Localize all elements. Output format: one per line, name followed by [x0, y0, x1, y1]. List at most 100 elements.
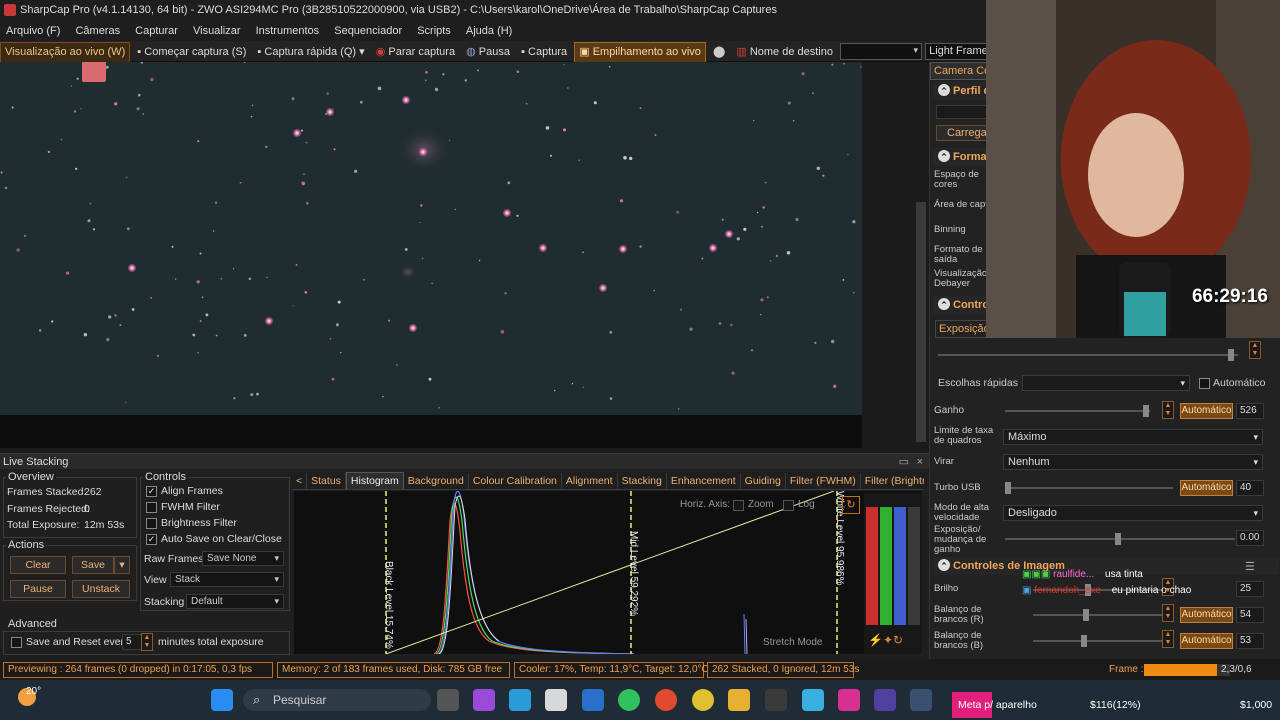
live-image-viewer[interactable] — [0, 62, 862, 448]
store-icon[interactable] — [545, 689, 567, 711]
save-options-chevron-icon[interactable]: ▾ — [114, 556, 130, 574]
live-view-button[interactable]: Visualização ao vivo (W) — [0, 42, 131, 63]
exposure-auto-checkbox[interactable] — [1199, 378, 1210, 389]
green-slider[interactable] — [880, 507, 892, 625]
exposure-spinner[interactable]: ▲ ▼ — [1249, 341, 1261, 359]
zoom-checkbox[interactable] — [733, 500, 744, 511]
unstack-button[interactable]: Unstack — [72, 580, 130, 598]
brightness-filter-checkbox[interactable] — [146, 518, 157, 529]
app-icon[interactable] — [802, 689, 824, 711]
target-name-button[interactable]: ▥ Nome de destino — [732, 43, 837, 62]
menu-scripts[interactable]: Scripts — [411, 21, 457, 41]
gain-value-input[interactable]: 526 — [1236, 403, 1264, 419]
wb-red-slider[interactable] — [1033, 609, 1163, 621]
copilot-icon[interactable] — [473, 689, 495, 711]
menu-cameras[interactable]: Câmeras — [69, 21, 126, 41]
save-button[interactable]: Save — [72, 556, 114, 574]
app-icon[interactable] — [582, 689, 604, 711]
flip-select[interactable]: Nenhum — [1003, 454, 1263, 470]
view-select[interactable]: Stack — [170, 572, 284, 587]
histogram-panel[interactable]: Black Level 15.74% Mid Level 59.292% Whi… — [294, 491, 922, 654]
quick-capture-button[interactable]: ▪ Captura rápida (Q) ▾ — [253, 43, 368, 62]
menu-file[interactable]: Arquivo (F) — [0, 21, 66, 41]
tab-status[interactable]: Status — [307, 473, 346, 489]
pause-stack-button[interactable]: Pause — [10, 580, 66, 598]
clear-button[interactable]: Clear — [10, 556, 66, 574]
chrome-icon[interactable] — [692, 689, 714, 711]
clipboard-icon[interactable] — [82, 62, 106, 82]
raw-frames-select[interactable]: Save None — [202, 551, 284, 566]
viewer-scrollbar[interactable] — [913, 62, 929, 448]
edge-icon[interactable] — [509, 689, 531, 711]
luminance-slider[interactable] — [908, 507, 920, 625]
wb-blue-slider-knob[interactable] — [1081, 635, 1087, 647]
wb-red-spinner[interactable]: ▲ ▼ — [1162, 604, 1174, 622]
tabs-scroll-left-icon[interactable]: < — [292, 473, 308, 489]
obs-icon[interactable] — [838, 689, 860, 711]
record-indicator[interactable]: ⬤ — [709, 43, 729, 62]
save-reset-spinner[interactable]: ▲ ▼ — [141, 633, 153, 651]
chevron-down-icon[interactable]: ▾ — [359, 46, 365, 58]
windows-start-icon[interactable] — [211, 689, 233, 711]
pin-icon[interactable]: ▭ — [899, 454, 909, 470]
blue-slider[interactable] — [894, 507, 906, 625]
tab-enhancement[interactable]: Enhancement — [667, 473, 741, 489]
high-speed-mode-select[interactable]: Desligado — [1003, 505, 1263, 521]
target-name-select[interactable] — [840, 43, 923, 60]
stop-capture-button[interactable]: ◉ Parar captura — [372, 43, 459, 62]
exposure-gain-change-knob[interactable] — [1115, 533, 1121, 545]
scrollbar-thumb[interactable] — [916, 202, 926, 442]
tab-colour-calibration[interactable]: Colour Calibration — [469, 473, 562, 489]
gain-auto-button[interactable]: Automático — [1180, 403, 1233, 419]
save-reset-minutes-input[interactable]: 5 — [122, 634, 142, 650]
gain-slider[interactable] — [1005, 405, 1150, 417]
wb-red-auto-button[interactable]: Automático — [1180, 607, 1233, 623]
stacking-select[interactable]: Default — [186, 594, 284, 609]
tab-background[interactable]: Background — [404, 473, 469, 489]
live-stack-button[interactable]: ▣ Empilhamento ao vivo — [574, 42, 706, 63]
tab-guiding[interactable]: Guiding — [741, 473, 786, 489]
app-icon[interactable] — [765, 689, 787, 711]
wb-red-slider-knob[interactable] — [1083, 609, 1089, 621]
turbo-usb-value-input[interactable]: 40 — [1236, 480, 1264, 496]
menu-help[interactable]: Ajuda (H) — [460, 21, 518, 41]
tab-histogram[interactable]: Histogram — [345, 472, 404, 489]
wb-blue-auto-button[interactable]: Automático — [1180, 633, 1233, 649]
lightning-icon[interactable]: ⚡✦↻ — [868, 633, 903, 647]
tab-filter-brightness[interactable]: Filter (Brightness) — [861, 473, 924, 489]
exposure-slider[interactable] — [938, 349, 1238, 361]
reset-icon[interactable]: ↻ — [842, 496, 860, 514]
exposure-slider-knob[interactable] — [1228, 349, 1234, 361]
quick-picks-select[interactable] — [1022, 375, 1190, 391]
frame-rate-limit-select[interactable]: Máximo — [1003, 429, 1263, 445]
whatsapp-icon[interactable] — [618, 689, 640, 711]
pause-button[interactable]: ◍ Pausa — [462, 43, 514, 62]
menu-view[interactable]: Visualizar — [187, 21, 247, 41]
task-view-icon[interactable] — [437, 689, 459, 711]
turbo-usb-slider[interactable] — [1005, 482, 1173, 494]
gain-slider-knob[interactable] — [1143, 405, 1149, 417]
save-reset-checkbox[interactable] — [11, 637, 22, 648]
exposure-gain-change-slider[interactable] — [1005, 533, 1235, 545]
auto-save-checkbox[interactable]: ✓ — [146, 534, 157, 545]
turbo-usb-slider-knob[interactable] — [1005, 482, 1011, 494]
tab-filter-fwhm[interactable]: Filter (FWHM) — [786, 473, 861, 489]
search-box[interactable]: ⌕ Pesquisar — [243, 689, 431, 711]
log-checkbox[interactable] — [783, 500, 794, 511]
menu-tools[interactable]: Instrumentos — [250, 21, 326, 41]
turbo-usb-auto-button[interactable]: Automático — [1180, 480, 1233, 496]
opera-icon[interactable] — [655, 689, 677, 711]
red-slider[interactable] — [866, 507, 878, 625]
align-frames-checkbox[interactable]: ✓ — [146, 486, 157, 497]
fwhm-filter-checkbox[interactable] — [146, 502, 157, 513]
wb-blue-value-input[interactable]: 53 — [1236, 633, 1264, 649]
sharpcap-icon[interactable] — [910, 689, 932, 711]
exposure-gain-change-input[interactable]: 0.00 — [1236, 530, 1264, 546]
wb-blue-slider[interactable] — [1033, 635, 1163, 647]
start-capture-button[interactable]: ▪ Começar captura (S) — [133, 43, 250, 62]
tab-stacking[interactable]: Stacking — [618, 473, 667, 489]
capture-button[interactable]: ▪ Captura — [517, 43, 571, 62]
stellarium-icon[interactable] — [874, 689, 896, 711]
tab-alignment[interactable]: Alignment — [562, 473, 618, 489]
wb-red-value-input[interactable]: 54 — [1236, 607, 1264, 623]
